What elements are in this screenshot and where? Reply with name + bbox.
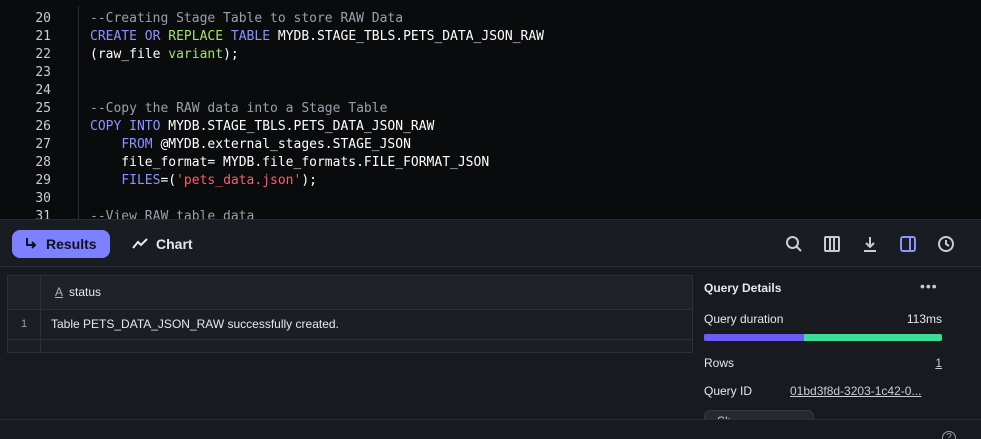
line-number: 25 xyxy=(35,101,51,116)
code-token: COPY xyxy=(90,119,122,134)
download-icon xyxy=(864,237,876,252)
column-header-label: status xyxy=(69,285,102,299)
code-token: =( xyxy=(160,173,177,188)
history-button[interactable] xyxy=(936,234,956,254)
code-token: ); xyxy=(223,47,239,62)
code-token: variant xyxy=(168,47,224,62)
text-type-icon: A xyxy=(55,285,64,299)
search-button[interactable] xyxy=(784,234,804,254)
code-text[interactable]: --Creating Stage Table to store RAW Data xyxy=(90,10,403,28)
code-text[interactable]: FILES=('pets_data.json'); xyxy=(90,172,317,190)
query-id-label: Query ID xyxy=(704,384,753,398)
code-token: 'pets_data.json' xyxy=(176,173,302,188)
status-cell[interactable]: Table PETS_DATA_JSON_RAW successfully cr… xyxy=(51,317,339,331)
line-number: 22 xyxy=(35,47,51,62)
row-number: 1 xyxy=(20,318,28,330)
code-text[interactable]: CREATE OR REPLACE TABLE MYDB.STAGE_TBLS.… xyxy=(90,28,544,46)
row-number-divider xyxy=(40,276,41,352)
search-icon xyxy=(786,236,802,252)
code-text[interactable]: --Copy the RAW data into a Stage Table xyxy=(90,100,387,118)
query-duration-value: 113ms xyxy=(906,312,942,326)
code-token: MYDB.STAGE_TBLS.PETS_DATA_JSON_RAW xyxy=(160,119,435,134)
line-number: 26 xyxy=(35,119,51,134)
line-number: 20 xyxy=(35,11,51,26)
line-number: 23 xyxy=(35,65,51,80)
table-row[interactable]: 1 Table PETS_DATA_JSON_RAW successfully … xyxy=(8,310,692,340)
code-token: TABLE xyxy=(230,29,271,44)
line-number: 30 xyxy=(35,191,51,206)
chart-line-icon xyxy=(132,238,148,249)
line-number: 27 xyxy=(35,137,51,152)
code-token: ); xyxy=(301,173,317,188)
sidebar-toggle-icon xyxy=(900,236,916,252)
code-token: @MYDB.external_stages.STAGE_JSON xyxy=(152,137,411,152)
columns-button[interactable] xyxy=(822,234,842,254)
sidebar-toggle-button[interactable] xyxy=(898,234,918,254)
code-text[interactable]: FROM @MYDB.external_stages.STAGE_JSON xyxy=(90,136,411,154)
code-text[interactable]: file_format= MYDB.file_formats.FILE_FORM… xyxy=(90,154,489,172)
gutter-divider xyxy=(78,6,79,219)
line-number: 24 xyxy=(35,83,51,98)
results-grid: A status 1 Table PETS_DATA_JSON_RAW succ… xyxy=(7,275,693,353)
columns-icon xyxy=(824,236,840,252)
code-token: INTO xyxy=(129,119,161,134)
query-details-title: Query Details xyxy=(704,281,782,295)
more-options-icon[interactable]: ••• xyxy=(920,278,938,294)
line-number: 31 xyxy=(35,209,51,219)
code-token: (raw_file xyxy=(90,47,169,62)
rows-label: Rows xyxy=(704,356,735,370)
status-footer: ? xyxy=(0,419,981,439)
sql-editor[interactable]: 20 --Creating Stage Table to store RAW Da… xyxy=(0,0,981,219)
results-toolbar: Results Chart xyxy=(0,219,981,267)
code-text[interactable]: --View RAW table data xyxy=(90,208,254,219)
code-text[interactable]: (raw_file variant); xyxy=(90,46,239,64)
duration-bar-compile xyxy=(704,334,804,341)
history-icon xyxy=(938,236,954,252)
duration-bar xyxy=(704,334,942,341)
code-token: --View RAW table data xyxy=(90,209,255,219)
tab-chart[interactable]: Chart xyxy=(120,230,205,258)
rows-count-link[interactable]: 1 xyxy=(935,356,942,370)
code-token: file_format= MYDB.file_formats.FILE_FORM… xyxy=(90,155,490,170)
code-token: MYDB.STAGE_TBLS.PETS_DATA_JSON_RAW xyxy=(270,29,544,44)
code-text[interactable]: COPY INTO MYDB.STAGE_TBLS.PETS_DATA_JSON… xyxy=(90,118,434,136)
code-token: FILES xyxy=(121,173,161,188)
results-arrow-icon xyxy=(26,238,37,249)
query-id-link[interactable]: 01bd3f8d-3203-1c42-0... xyxy=(790,384,921,398)
code-token: --Creating Stage Table to store RAW Data xyxy=(90,11,404,26)
tab-chart-label: Chart xyxy=(156,236,193,252)
line-number: 28 xyxy=(35,155,51,170)
line-number: 29 xyxy=(35,173,51,188)
code-token: FROM xyxy=(121,137,153,152)
column-header-status[interactable]: A status xyxy=(55,285,101,299)
tab-results-label: Results xyxy=(46,236,97,252)
code-token: CREATE xyxy=(90,29,137,44)
tab-results[interactable]: Results xyxy=(12,230,110,258)
code-token: OR xyxy=(144,29,161,44)
query-duration-label: Query duration xyxy=(704,312,784,326)
code-token: --Copy the RAW data into a Stage Table xyxy=(90,101,388,116)
code-token: REPLACE xyxy=(168,29,224,44)
line-number: 21 xyxy=(35,29,51,44)
grid-header-row: A status xyxy=(8,276,692,310)
help-icon[interactable]: ? xyxy=(942,431,956,439)
download-button[interactable] xyxy=(860,234,880,254)
